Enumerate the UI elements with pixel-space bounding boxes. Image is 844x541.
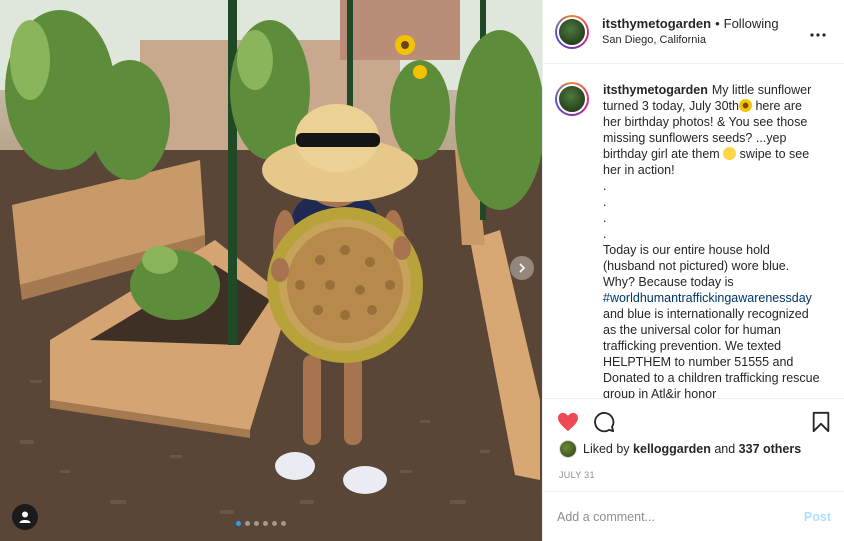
liker-avatar[interactable] xyxy=(559,440,577,458)
caption-avatar[interactable] xyxy=(555,82,589,116)
likes-prefix: Liked by xyxy=(583,442,630,456)
post-date[interactable]: JULY 31 xyxy=(559,470,595,480)
caption-dot-line: . xyxy=(603,227,607,241)
more-options-icon[interactable] xyxy=(806,22,830,41)
photo-illustration xyxy=(0,0,542,541)
caption-dot-line: . xyxy=(603,195,607,209)
avatar-image xyxy=(557,16,587,47)
chevron-right-icon xyxy=(519,263,526,273)
next-photo-button[interactable] xyxy=(510,256,534,280)
comment-button[interactable] xyxy=(593,411,615,433)
comment-input[interactable] xyxy=(557,509,804,524)
likes-conjunction: and xyxy=(714,442,736,456)
comment-bubble-icon xyxy=(594,411,615,432)
caption-text: itsthymetogarden My little sunflower turn… xyxy=(603,82,821,398)
likes-others-link[interactable]: 337 others xyxy=(739,442,802,456)
more-dots-icon xyxy=(810,33,826,37)
hashtag-link[interactable]: #worldhumantraffickingawarenessday xyxy=(603,291,812,305)
carousel-dot xyxy=(272,521,277,526)
carousel-dot-active xyxy=(236,521,241,526)
post-side-panel: itsthymetogarden • Following San Diego, Ca… xyxy=(542,0,844,541)
caption-dot-line: . xyxy=(603,179,607,193)
avatar-image xyxy=(557,84,587,114)
caption-part-5: and blue is internationally recognized a… xyxy=(603,307,820,398)
post-photo[interactable] xyxy=(0,0,542,541)
username-link[interactable]: itsthymetogarden xyxy=(602,16,711,31)
smiling-face-emoji-icon xyxy=(723,147,737,160)
carousel-dot xyxy=(245,521,250,526)
post-comment-button[interactable]: Post xyxy=(804,510,831,524)
caption-part-4: Today is our entire house hold (husband … xyxy=(603,243,790,289)
caption-dot-line: . xyxy=(603,211,607,225)
action-bar xyxy=(543,398,844,444)
post-header: itsthymetogarden • Following San Diego, Ca… xyxy=(543,0,844,64)
location-link[interactable]: San Diego, California xyxy=(602,32,806,48)
sunflower-emoji-icon xyxy=(738,99,752,112)
user-tag-icon xyxy=(19,511,31,523)
carousel-indicator xyxy=(236,521,286,526)
carousel-dot xyxy=(254,521,259,526)
follow-separator: • xyxy=(715,15,720,31)
comment-bar: Post xyxy=(543,491,844,541)
avatar[interactable] xyxy=(555,14,589,49)
caption-paragraph-2: Today is our entire house hold (husband … xyxy=(603,242,821,398)
following-button[interactable]: Following xyxy=(724,16,779,31)
caption-area: itsthymetogarden My little sunflower turn… xyxy=(543,64,844,398)
save-button[interactable] xyxy=(811,411,831,433)
liker-username-link[interactable]: kelloggarden xyxy=(633,442,711,456)
post-header-text: itsthymetogarden • Following San Diego, Ca… xyxy=(602,16,806,48)
carousel-dot xyxy=(281,521,286,526)
carousel-dot xyxy=(263,521,268,526)
caption-username-link[interactable]: itsthymetogarden xyxy=(603,83,708,97)
header-username-row: itsthymetogarden • Following xyxy=(602,16,806,32)
heart-icon xyxy=(558,412,578,431)
like-button[interactable] xyxy=(557,412,579,432)
likes-summary: Liked by kelloggarden and 337 others xyxy=(559,440,801,458)
tagged-users-button[interactable] xyxy=(12,504,38,530)
bookmark-icon xyxy=(812,411,830,432)
